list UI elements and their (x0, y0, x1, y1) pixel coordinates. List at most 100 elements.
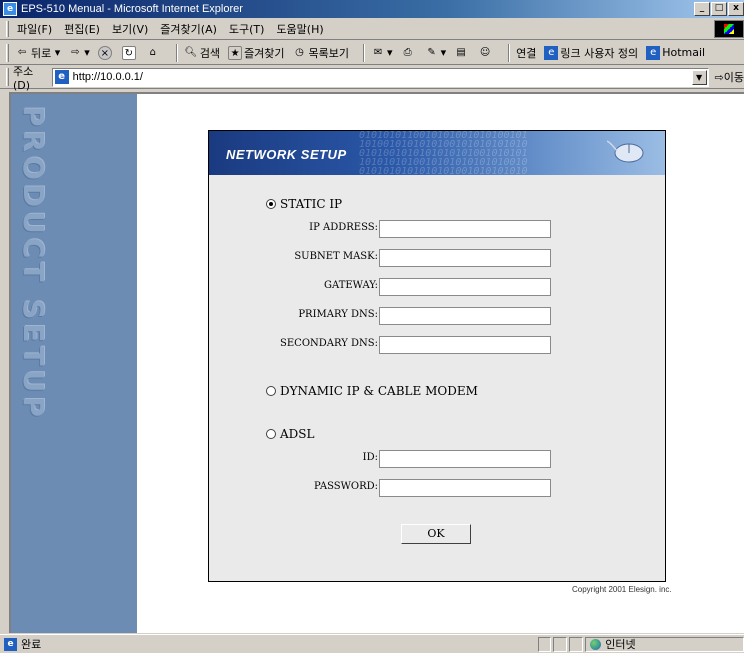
menu-tools[interactable]: 도구(T) (229, 21, 265, 37)
subnet-mask-row: SUBNET MASK: (209, 249, 665, 267)
history-button[interactable]: ◷ 목록보기 (293, 45, 349, 61)
menu-view[interactable]: 보기(V) (112, 21, 148, 37)
search-label: 검색 (199, 46, 221, 60)
copyright-text: Copyright 2001 Elesign. inc. (572, 585, 672, 594)
home-button[interactable]: ⌂ (146, 46, 162, 60)
adsl-label: ADSL (280, 427, 315, 441)
standard-toolbar: ⇦ 뒤로 ▾ ⇨ ▾ × ↻ ⌂ 🔍︎ 검색 ★ 즐겨찾기 ◷ 목록보기 ✉ ▾… (0, 41, 744, 65)
adsl-radio[interactable] (266, 429, 276, 439)
computer-mouse-icon (607, 140, 644, 163)
static-ip-radio[interactable] (266, 199, 276, 209)
history-label: 목록보기 (308, 46, 350, 60)
address-input[interactable]: e http://10.0.0.1/ ▼ (51, 67, 709, 87)
forward-arrow-icon: ⇨ (71, 46, 80, 58)
ie-page-icon: e (54, 70, 69, 84)
toolbar-grip[interactable] (6, 43, 9, 62)
status-cell (537, 636, 552, 652)
refresh-icon: ↻ (121, 45, 136, 60)
menu-help[interactable]: 도움말(H) (276, 21, 323, 37)
back-label: 뒤로 (31, 46, 52, 60)
status-text: 완료 (21, 638, 42, 651)
ok-button[interactable]: OK (401, 524, 471, 544)
adsl-password-label: PASSWORD: (314, 481, 378, 492)
links-label: 연결 (516, 46, 537, 60)
subnet-mask-input[interactable] (379, 249, 551, 267)
favorites-label: 즐겨찾기 (244, 46, 285, 60)
static-ip-option[interactable]: STATIC IP (266, 197, 342, 211)
gateway-label: GATEWAY: (324, 280, 378, 291)
dynamic-ip-radio[interactable] (266, 386, 276, 396)
messenger-icon: ☺ (479, 46, 491, 58)
discuss-button[interactable]: ▤ (454, 46, 470, 60)
go-button[interactable]: ⇨이동 (715, 69, 744, 85)
adsl-option[interactable]: ADSL (266, 427, 314, 441)
maximize-button[interactable]: □ (711, 2, 727, 16)
primary-dns-input[interactable] (379, 307, 551, 325)
ie-app-icon: e (3, 2, 17, 16)
print-button[interactable]: ⎙ (401, 46, 417, 60)
close-button[interactable]: x (728, 2, 744, 16)
primary-dns-row: PRIMARY DNS: (209, 307, 665, 325)
search-icon: 🔍︎ (184, 46, 198, 58)
dynamic-ip-label: DYNAMIC IP & CABLE MODEM (280, 384, 478, 398)
forward-dropdown-icon: ▾ (84, 46, 90, 59)
toolbar-separator (363, 43, 366, 62)
discuss-icon: ▤ (456, 46, 466, 58)
minimize-button[interactable]: _ (694, 2, 710, 16)
favorites-button[interactable]: ★ 즐겨찾기 (228, 45, 285, 61)
adsl-id-input[interactable] (379, 450, 551, 468)
favorites-icon: ★ (228, 45, 243, 60)
link-customize-label: 링크 사용자 정의 (560, 46, 639, 60)
secondary-dns-input[interactable] (379, 336, 551, 354)
gateway-input[interactable] (379, 278, 551, 296)
product-setup-sidebar: PRODUCT SETUP (11, 94, 137, 633)
status-bar: e 완료 인터넷 (0, 634, 744, 653)
dynamic-ip-option[interactable]: DYNAMIC IP & CABLE MODEM (266, 384, 478, 398)
link-hotmail-label: Hotmail (662, 46, 706, 59)
messenger-button[interactable]: ☺ (478, 46, 494, 60)
subnet-mask-label: SUBNET MASK: (294, 251, 378, 262)
stop-button[interactable]: × (97, 45, 114, 60)
status-cell (553, 636, 568, 652)
back-button[interactable]: ⇦ 뒤로 ▾ (15, 45, 60, 61)
mail-icon: ✉ (373, 46, 383, 58)
menu-favorites[interactable]: 즐겨찾기(A) (160, 21, 217, 37)
window-title: EPS-510 Menual - Microsoft Internet Expl… (21, 3, 243, 15)
panel-title: NETWORK SETUP (226, 147, 347, 162)
gateway-row: GATEWAY: (209, 278, 665, 296)
address-dropdown-icon[interactable]: ▼ (691, 69, 707, 85)
refresh-button[interactable]: ↻ (121, 45, 138, 60)
forward-button[interactable]: ⇨ ▾ (68, 46, 90, 60)
edit-button[interactable]: ✎ ▾ (425, 46, 446, 60)
secondary-dns-label: SECONDARY DNS: (280, 338, 378, 349)
status-main: e 완료 (0, 636, 536, 652)
address-url[interactable]: http://10.0.0.1/ (73, 71, 143, 83)
history-icon: ◷ (295, 46, 304, 58)
menu-grip[interactable] (6, 20, 9, 37)
ie-page-icon: e (544, 45, 559, 60)
menu-file[interactable]: 파일(F) (17, 21, 52, 37)
mail-button[interactable]: ✉ ▾ (371, 46, 393, 60)
ip-address-input[interactable] (379, 220, 551, 238)
window-controls: _ □ x (693, 2, 744, 16)
side-title: PRODUCT SETUP (17, 106, 50, 421)
ip-address-label: IP ADDRESS: (309, 222, 378, 233)
adsl-password-row: PASSWORD: (209, 479, 665, 497)
address-grip[interactable] (6, 68, 9, 86)
menu-edit[interactable]: 편집(E) (64, 21, 100, 37)
adsl-id-row: ID: (209, 450, 665, 468)
globe-icon (590, 638, 602, 650)
ie-page-icon: e (4, 637, 17, 651)
link-customize[interactable]: e 링크 사용자 정의 (544, 45, 638, 61)
go-label: 이동 (723, 71, 744, 84)
home-icon: ⌂ (149, 46, 156, 58)
adsl-password-input[interactable] (379, 479, 551, 497)
toolbar-separator (508, 43, 511, 62)
print-icon: ⎙ (403, 46, 412, 58)
zone-label: 인터넷 (605, 638, 636, 651)
toolbar-separator (175, 43, 178, 62)
ie-page-icon: e (646, 45, 661, 60)
link-hotmail[interactable]: e Hotmail (646, 45, 706, 60)
search-button[interactable]: 🔍︎ 검색 (184, 45, 220, 61)
back-arrow-icon: ⇦ (17, 46, 27, 58)
